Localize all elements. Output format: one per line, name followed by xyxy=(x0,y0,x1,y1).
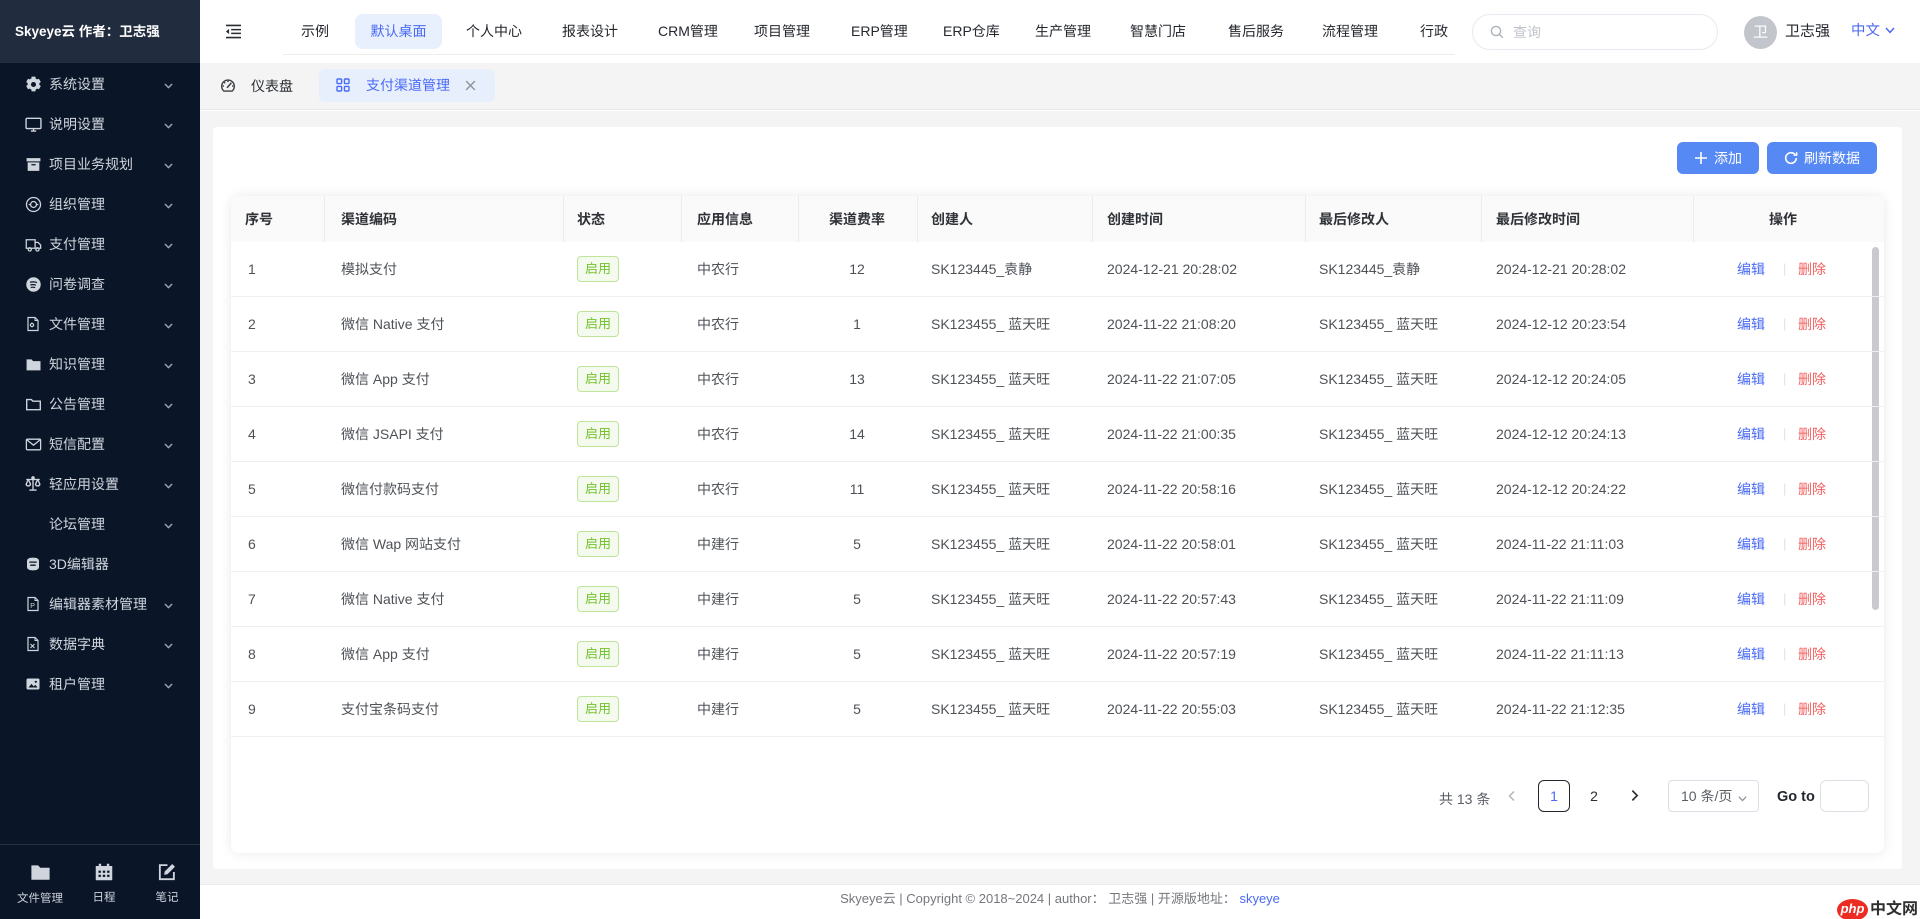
svg-text:P: P xyxy=(30,603,35,610)
